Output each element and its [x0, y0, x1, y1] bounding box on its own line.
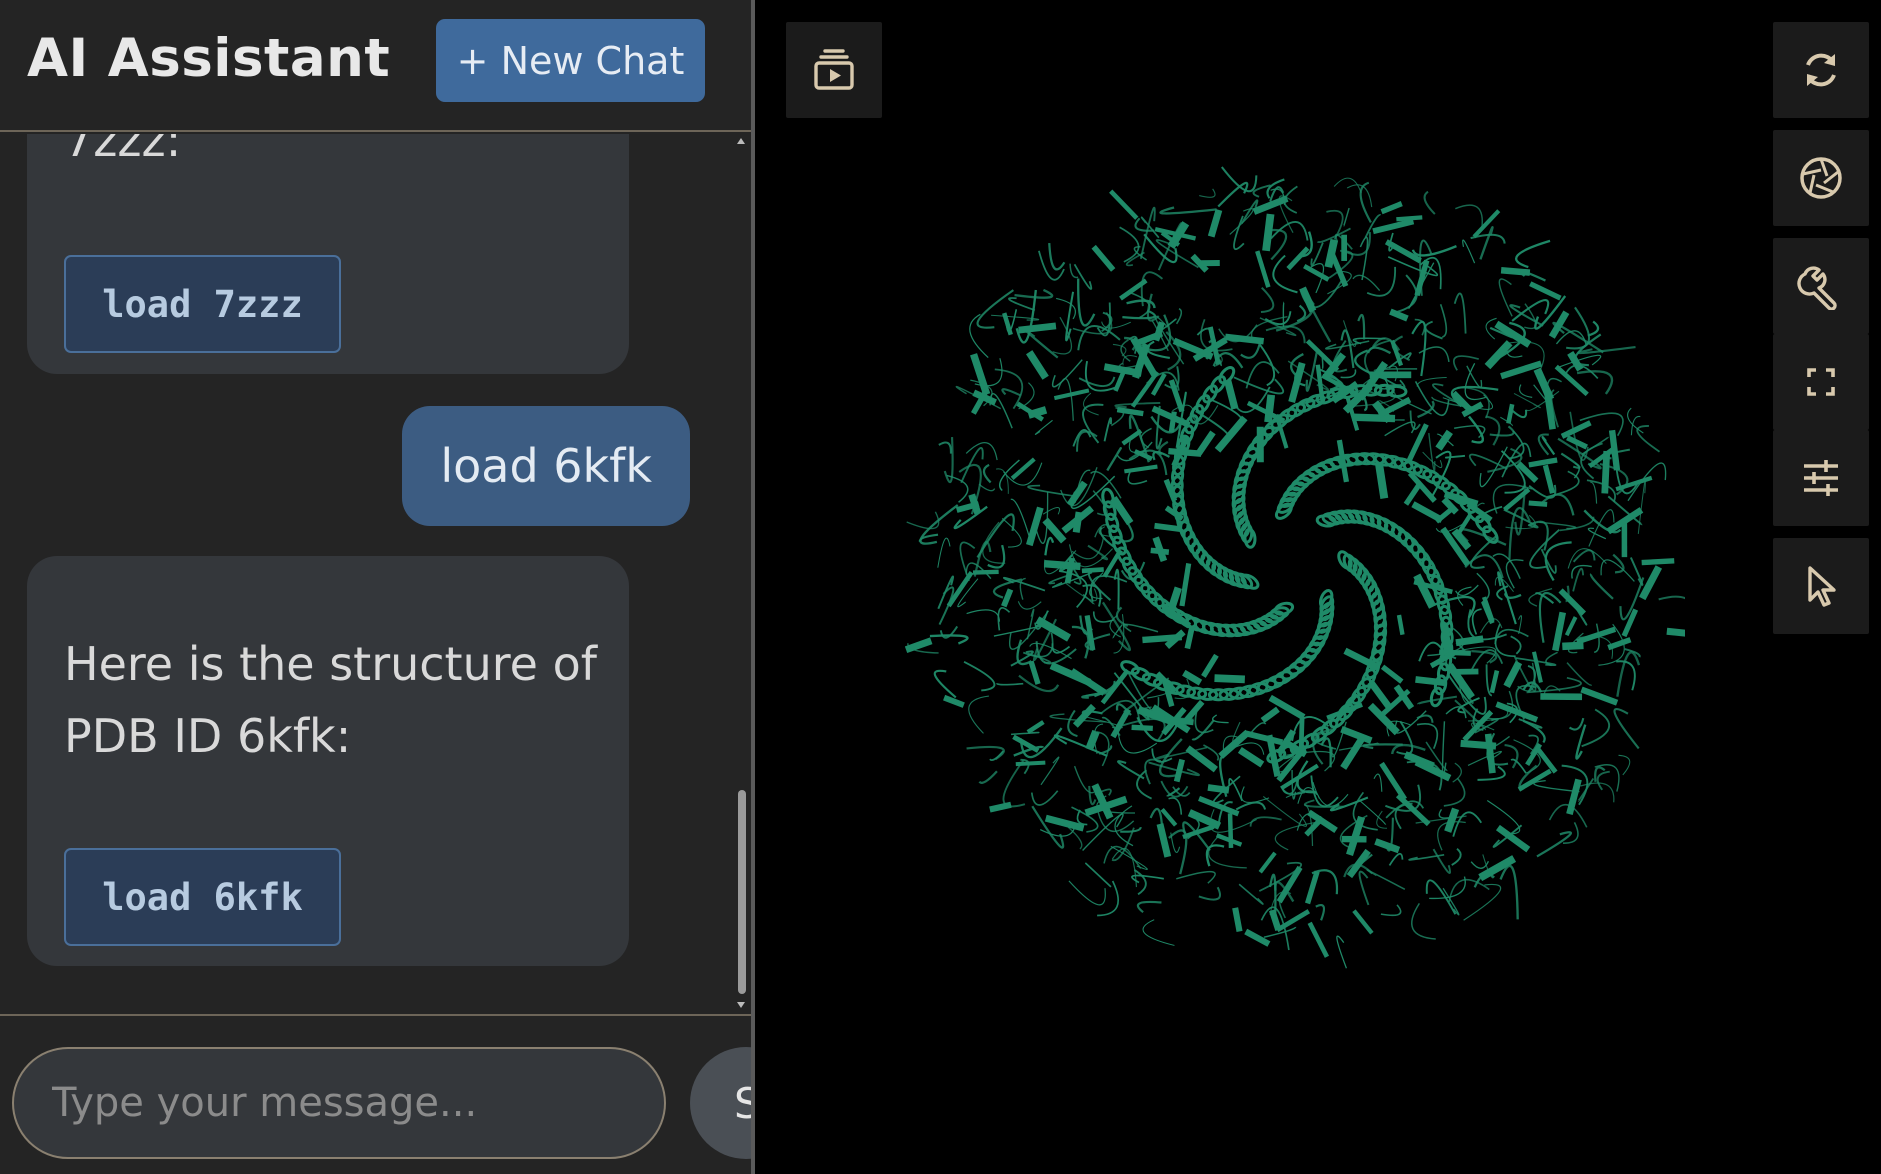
chat-panel: AI Assistant + New Chat 7zzz: load 7zzz …	[0, 0, 751, 1174]
assistant-message: 7zzz: load 7zzz	[27, 134, 629, 374]
assistant-message-text: Here is the structure of PDB ID 6kfk:	[64, 628, 597, 772]
animation-play-icon	[814, 49, 854, 90]
pointer-icon	[1808, 566, 1836, 607]
app-title: AI Assistant	[27, 28, 391, 89]
reset-view-button[interactable]	[1773, 22, 1869, 118]
animation-button[interactable]	[786, 22, 882, 118]
screenshot-button[interactable]	[1773, 130, 1869, 226]
assistant-message: Here is the structure of PDB ID 6kfk: lo…	[27, 556, 629, 966]
scroll-up-arrow-icon[interactable]	[737, 138, 745, 144]
message-list[interactable]: 7zzz: load 7zzz load 6kfk Here is the st…	[0, 134, 751, 1014]
protein-structure-render[interactable]	[905, 160, 1685, 1000]
chat-header: AI Assistant + New Chat	[0, 0, 751, 132]
fullscreen-icon	[1807, 368, 1835, 396]
reset-view-icon	[1806, 53, 1836, 87]
load-command-chip[interactable]: load 6kfk	[64, 848, 341, 946]
protein-chains	[905, 166, 1685, 969]
assistant-message-line: PDB ID 6kfk:	[64, 709, 352, 763]
fullscreen-button[interactable]	[1773, 334, 1869, 430]
select-mode-button[interactable]	[1773, 538, 1869, 634]
molecule-viewer[interactable]	[755, 0, 1881, 1174]
scroll-down-arrow-icon[interactable]	[737, 1002, 745, 1008]
assistant-message-text: 7zzz:	[64, 134, 182, 167]
load-command-chip[interactable]: load 7zzz	[64, 255, 341, 353]
wrench-icon	[1797, 266, 1837, 310]
new-chat-button[interactable]: + New Chat	[436, 19, 705, 102]
chat-input-area: S	[0, 1014, 751, 1174]
send-button[interactable]: S	[690, 1047, 751, 1159]
assistant-message-line: Here is the structure of	[64, 637, 597, 691]
user-message: load 6kfk	[402, 406, 690, 526]
screenshot-icon	[1800, 157, 1842, 199]
settings-button[interactable]	[1773, 430, 1869, 526]
tools-button[interactable]	[1773, 238, 1869, 334]
settings-sliders-icon	[1804, 460, 1838, 496]
scroll-thumb[interactable]	[738, 790, 746, 994]
chat-scrollbar[interactable]	[734, 134, 750, 1014]
message-input[interactable]	[12, 1047, 666, 1159]
